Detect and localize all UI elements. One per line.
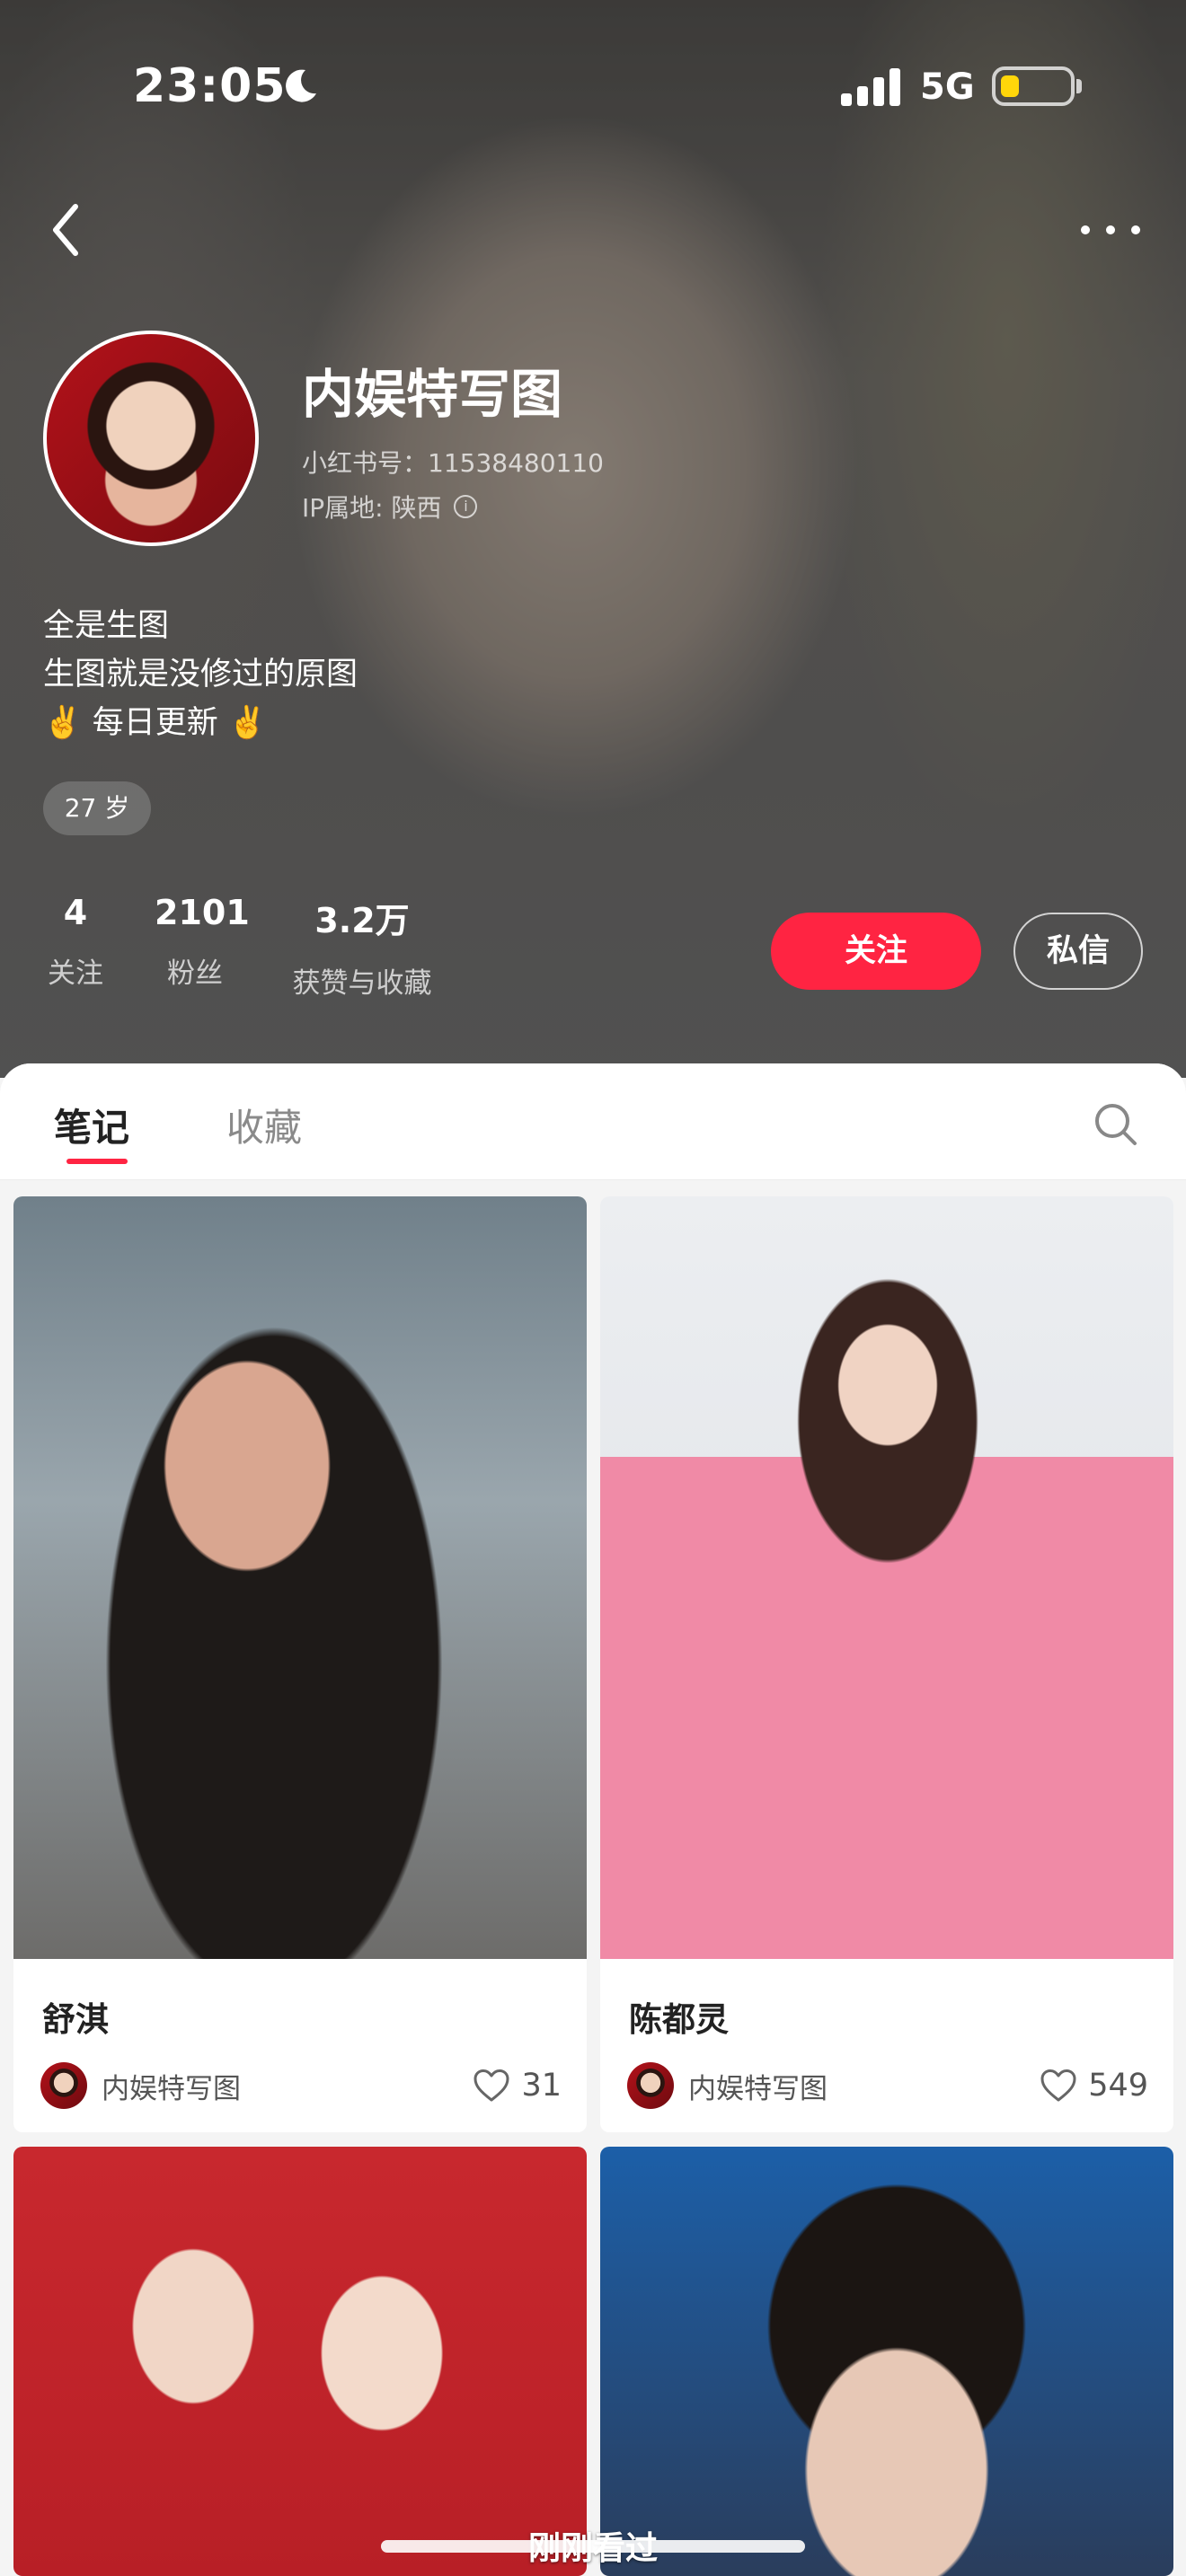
author-avatar[interactable]: [627, 2062, 674, 2109]
like-button[interactable]: 31: [473, 2068, 562, 2104]
profile-name: 内娱特写图: [302, 364, 563, 425]
stat-label: 关注: [48, 957, 103, 990]
stat-label: 粉丝: [167, 957, 223, 990]
author-avatar[interactable]: [40, 2062, 87, 2109]
notes-panel: 笔记 收藏 舒淇 内娱特写图 31 陈都灵 内娱特写图 549: [0, 1063, 1186, 2576]
profile-bio: 全是生图 生图就是没修过的原图 ✌️ 每日更新 ✌️: [43, 602, 358, 747]
note-cover-image: [13, 1196, 587, 1959]
network-type: 5G: [920, 66, 975, 108]
like-count: 31: [521, 2068, 562, 2104]
note-card[interactable]: [13, 2147, 587, 2576]
tab-favorites[interactable]: 收藏: [226, 1098, 302, 1152]
heart-icon: [1040, 2069, 1076, 2102]
stat-following[interactable]: 4 关注: [43, 893, 108, 991]
follow-button[interactable]: 关注: [771, 913, 981, 990]
age-badge: 27 岁: [43, 781, 151, 835]
bio-line: ✌️ 每日更新 ✌️: [43, 705, 268, 741]
search-button[interactable]: [1093, 1101, 1139, 1148]
profile-header: 23:05 5G 内娱特写图 小红书号：11538480110 IP属地: 陕西…: [0, 0, 1186, 1078]
author-name[interactable]: 内娱特写图: [102, 2066, 473, 2106]
chevron-left-icon: [53, 204, 78, 256]
author-name[interactable]: 内娱特写图: [688, 2066, 1040, 2106]
home-indicator[interactable]: [381, 2540, 805, 2553]
stat-label: 获赞与收藏: [292, 967, 432, 1000]
tab-bar: 笔记 收藏: [0, 1063, 1186, 1180]
note-card[interactable]: 舒淇 内娱特写图 31: [13, 1196, 587, 2132]
active-tab-indicator: [66, 1159, 128, 1164]
info-icon[interactable]: i: [454, 495, 478, 518]
bio-line: 全是生图: [43, 608, 170, 644]
stat-value: 2101: [155, 893, 250, 932]
note-meta: 内娱特写图 549: [627, 2062, 1148, 2109]
profile-id[interactable]: 小红书号：11538480110: [302, 444, 604, 480]
more-options-button[interactable]: [1075, 205, 1146, 255]
note-card[interactable]: 陈都灵 内娱特写图 549: [600, 1196, 1173, 2132]
stat-followers[interactable]: 2101 粉丝: [155, 893, 250, 991]
heart-icon: [474, 2069, 509, 2102]
bio-line: 生图就是没修过的原图: [43, 657, 358, 693]
ip-location-text: IP属地: 陕西: [302, 493, 442, 523]
note-card[interactable]: [600, 2147, 1173, 2576]
more-dots-icon: [1081, 225, 1140, 234]
status-time: 23:05: [133, 59, 287, 113]
signal-icon: [841, 66, 904, 110]
profile-avatar[interactable]: [43, 331, 259, 546]
stat-value: 4: [63, 893, 88, 932]
message-button[interactable]: 私信: [1013, 913, 1143, 990]
status-bar: 23:05 5G: [0, 0, 1186, 171]
search-icon: [1095, 1104, 1137, 1145]
note-title: 陈都灵: [629, 2000, 729, 2039]
note-meta: 内娱特写图 31: [40, 2062, 562, 2109]
note-cover-image: [600, 2147, 1173, 2576]
note-cover-image: [600, 1196, 1173, 1959]
note-cover-image: [13, 2147, 587, 2576]
like-count: 549: [1088, 2068, 1148, 2104]
note-title: 舒淇: [42, 2000, 109, 2039]
moon-icon: [280, 66, 320, 110]
tab-notes[interactable]: 笔记: [54, 1098, 129, 1152]
stat-likes-collects[interactable]: 3.2万 获赞与收藏: [280, 893, 444, 1001]
back-button[interactable]: [40, 198, 93, 262]
battery-icon: [992, 66, 1082, 106]
profile-ip-location: IP属地: 陕西 i: [302, 489, 478, 525]
like-button[interactable]: 549: [1040, 2068, 1148, 2104]
stat-value: 3.2万: [314, 901, 410, 940]
